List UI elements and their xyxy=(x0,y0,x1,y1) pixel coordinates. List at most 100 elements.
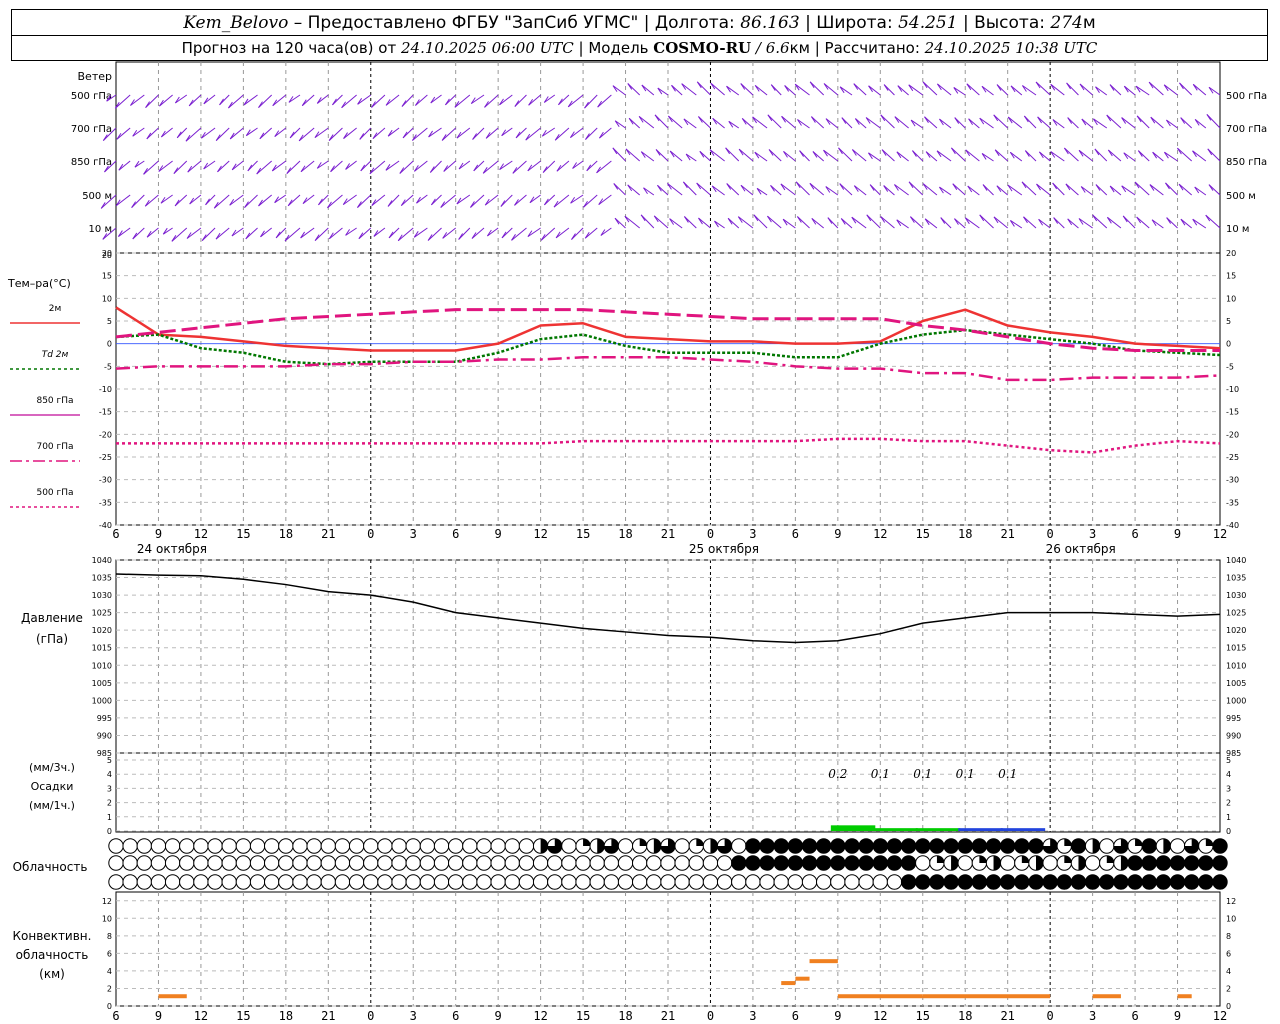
cloud-cover-symbol xyxy=(490,838,506,854)
wind-barb xyxy=(458,160,471,170)
cloud-cover-symbol xyxy=(193,874,209,890)
wind-barb xyxy=(173,160,188,175)
cloud-cover-fill xyxy=(597,838,605,854)
wind-barb xyxy=(259,127,273,140)
wind-barb xyxy=(570,127,584,139)
cloud-cover-symbol xyxy=(1169,838,1186,854)
wind-barb xyxy=(994,149,1009,162)
wind-barb xyxy=(1078,218,1093,229)
wind-barb xyxy=(213,194,230,209)
cloud-cover-symbol xyxy=(476,874,492,890)
wind-barb xyxy=(712,117,725,129)
cloud-cover-symbol xyxy=(702,874,719,890)
hour-tick-label-bottom: 18 xyxy=(958,1009,972,1023)
cloud-cover-symbol xyxy=(391,874,407,890)
cloud-cover-symbol xyxy=(1099,874,1115,890)
cloud-cover-symbol xyxy=(136,855,153,871)
cloud-cover-symbol xyxy=(1169,874,1186,890)
temp-tick-label-right: -10 xyxy=(1226,385,1239,394)
cloud-cover-symbol xyxy=(1056,874,1073,890)
wind-barb xyxy=(965,217,980,229)
cloud-cover-symbol xyxy=(745,855,761,871)
wind-barb xyxy=(1207,148,1221,162)
wind-barb xyxy=(624,215,641,229)
cloud-cover-symbol xyxy=(348,838,365,854)
wind-barb xyxy=(511,227,527,241)
wind-barb xyxy=(696,81,711,96)
cloud-cover-symbol xyxy=(518,855,535,871)
cloud-cover-symbol xyxy=(787,838,804,854)
cloud-cover-symbol xyxy=(334,855,351,871)
wind-barb xyxy=(939,118,952,129)
wind-barb xyxy=(966,83,980,96)
wind-barb xyxy=(996,185,1009,196)
wind-barb xyxy=(584,227,598,239)
wind-barb xyxy=(752,116,768,129)
wind-barb xyxy=(203,94,216,105)
wind-barb xyxy=(387,127,400,137)
cloud-cover-symbol xyxy=(801,855,818,871)
cloud-cover-symbol xyxy=(660,855,676,871)
cloud-cover-symbol xyxy=(646,855,662,871)
cloud-cover-symbol xyxy=(391,838,407,854)
wind-barb xyxy=(215,227,230,240)
temp-tick-label: 15 xyxy=(102,272,112,281)
temp-legend-label: 2м xyxy=(49,304,62,314)
press-tick-label: 1040 xyxy=(92,556,112,565)
wind-barb xyxy=(343,127,357,139)
wind-barb xyxy=(274,127,287,138)
cloud-cover-symbol xyxy=(504,855,521,871)
wind-barb xyxy=(583,194,598,208)
wind-barb xyxy=(554,127,570,141)
hour-tick-label-bottom: 12 xyxy=(873,1009,887,1023)
cloud-cover-symbol xyxy=(433,838,450,854)
wind-barb xyxy=(657,184,669,196)
wind-barb xyxy=(936,150,952,162)
conv-cloud-bar xyxy=(922,994,1051,999)
cloud-cover-symbol xyxy=(1183,874,1200,890)
wind-barb xyxy=(714,220,725,229)
wind-barb xyxy=(529,194,541,204)
wind-barb xyxy=(770,184,782,196)
wind-barb xyxy=(159,94,173,107)
cloud-cover-symbol xyxy=(759,838,775,854)
wind-barb xyxy=(246,127,258,137)
wind-barb xyxy=(540,227,556,241)
wind-barb xyxy=(371,194,386,206)
cloud-cover-fill xyxy=(1078,855,1086,871)
hour-tick-label-bottom: 0 xyxy=(1047,1009,1054,1023)
press-tick-label: 1000 xyxy=(92,696,112,705)
cloud-cover-symbol xyxy=(815,838,832,854)
press-tick-label-right: 990 xyxy=(1226,731,1241,740)
hour-tick-label: 21 xyxy=(661,527,675,541)
wind-barb xyxy=(669,218,683,229)
hour-tick-label: 3 xyxy=(1089,527,1096,541)
cloud-cover-symbol xyxy=(773,838,789,854)
cloud-cover-symbol xyxy=(207,874,223,890)
wind-barb xyxy=(1095,86,1108,96)
wind-barb xyxy=(484,94,499,108)
cloud-cover-symbol xyxy=(221,874,237,890)
wind-barb xyxy=(852,149,867,162)
cloud-cover-symbol xyxy=(235,838,252,854)
press-tick-label: 995 xyxy=(97,714,112,723)
wind-barb xyxy=(1149,184,1164,196)
wind-barb xyxy=(287,194,301,207)
press-tick-label-right: 1005 xyxy=(1226,679,1246,688)
wind-barb xyxy=(258,94,273,108)
wind-barb xyxy=(1093,118,1108,129)
cloud-cover-symbol xyxy=(1198,855,1214,871)
cloud-cover-symbol xyxy=(221,838,237,854)
cloud-cover-symbol xyxy=(900,838,917,854)
cloud-cover-symbol xyxy=(589,855,605,871)
cloud-cover-symbol xyxy=(292,855,308,871)
conv-tick-label: 8 xyxy=(107,932,112,941)
wind-barb xyxy=(185,127,202,142)
wind-barb xyxy=(131,194,145,208)
cloud-cover-symbol xyxy=(447,838,464,854)
cloud-cover-symbol xyxy=(292,874,308,890)
temp-tick-label: 5 xyxy=(107,317,112,326)
conv-title: Конвективн. xyxy=(13,929,92,943)
wind-barb xyxy=(868,152,881,162)
temp-tick-label-right: -15 xyxy=(1226,408,1239,417)
